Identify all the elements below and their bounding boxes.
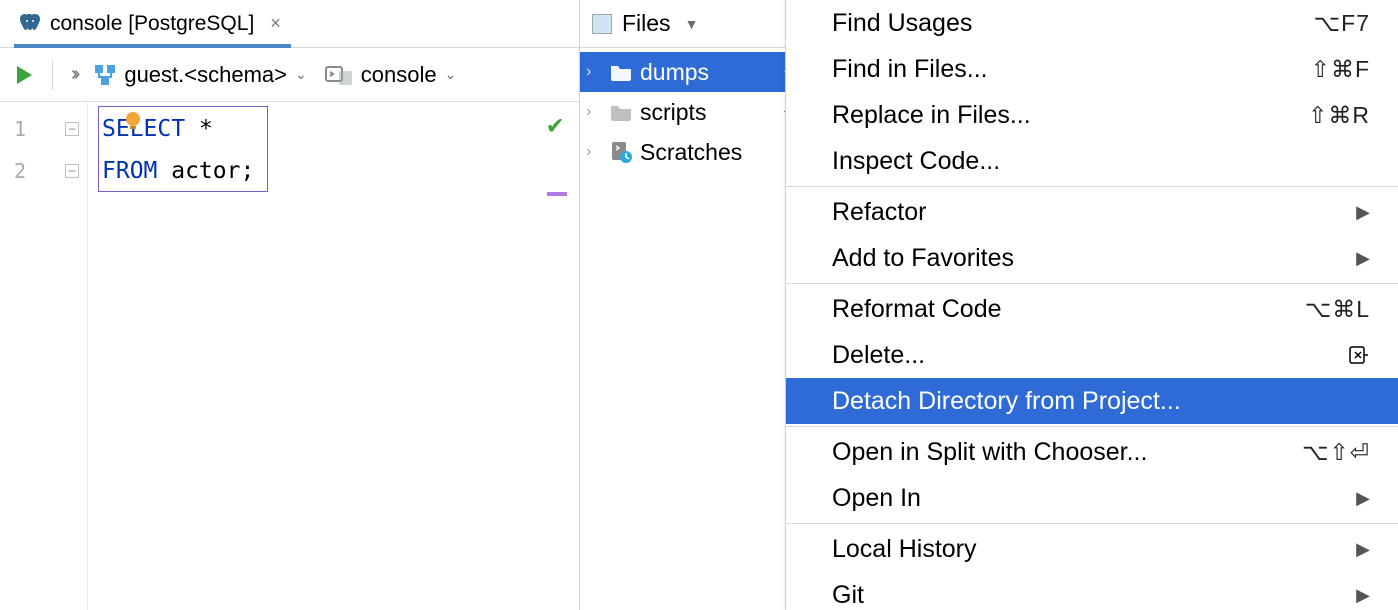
menu-shortcut: ⌥⇧⏎ — [1302, 439, 1370, 466]
menu-local-history[interactable]: Local History ▶ — [786, 526, 1398, 572]
menu-item-label: Open In — [832, 484, 921, 513]
files-header-label: Files — [622, 10, 671, 37]
menu-shortcut: ⇧⌘F — [1311, 56, 1370, 83]
intention-bulb-icon[interactable] — [122, 110, 144, 132]
code-line: FROM actor; — [102, 150, 579, 192]
fold-icon[interactable]: ─ — [65, 122, 79, 136]
menu-find-usages[interactable]: Find Usages ⌥F7 — [786, 0, 1398, 46]
submenu-arrow-icon: ▶ — [1356, 202, 1370, 223]
submenu-arrow-icon: ▶ — [1356, 539, 1370, 560]
submenu-arrow-icon: ▶ — [1356, 488, 1370, 509]
menu-shortcut: ⇧⌘R — [1308, 102, 1370, 129]
menu-item-label: Delete... — [832, 341, 925, 370]
code-line: SELECT * — [102, 108, 579, 150]
files-pane: Files ▼ › dumps ~ › scripts ~ › — [580, 0, 805, 610]
tab-console[interactable]: console [PostgreSQL] × — [14, 6, 291, 48]
console-icon — [325, 64, 353, 86]
chevron-right-icon: › — [586, 143, 602, 161]
scratches-icon — [610, 141, 632, 163]
menu-shortcut: ⌥F7 — [1314, 10, 1370, 37]
close-tab-icon[interactable]: × — [270, 13, 281, 34]
tree-item-scripts[interactable]: › scripts ~ — [580, 92, 804, 132]
line-number: 2 ─ — [0, 150, 87, 192]
toolbar-divider — [52, 60, 53, 90]
menu-item-label: Git — [832, 581, 864, 610]
code-area[interactable]: ✔ SELECT * FROM actor; — [88, 102, 579, 610]
folder-icon — [610, 63, 632, 81]
menu-item-label: Open in Split with Chooser... — [832, 438, 1147, 467]
code-text: actor; — [157, 158, 254, 184]
caret-indicator — [547, 192, 567, 196]
line-number: 1 ─ — [0, 108, 87, 150]
menu-git[interactable]: Git ▶ — [786, 572, 1398, 610]
menu-separator — [786, 523, 1398, 524]
menu-shortcut — [1348, 345, 1370, 365]
run-button[interactable] — [14, 64, 34, 86]
overflow-icon[interactable]: ›› — [71, 63, 76, 86]
schema-icon — [94, 64, 116, 86]
line-number-text: 1 — [14, 108, 26, 150]
menu-delete[interactable]: Delete... — [786, 332, 1398, 378]
tree-item-label: dumps — [640, 59, 709, 86]
console-crumb[interactable]: console ⌄ — [325, 62, 457, 88]
menu-reformat-code[interactable]: Reformat Code ⌥⌘L — [786, 286, 1398, 332]
menu-separator — [786, 186, 1398, 187]
menu-item-label: Add to Favorites — [832, 244, 1014, 273]
schema-crumb-label: guest.<schema> — [124, 62, 287, 88]
chevron-right-icon: › — [586, 63, 602, 81]
chevron-down-icon: ⌄ — [295, 66, 307, 83]
console-crumb-label: console — [361, 62, 437, 88]
fold-icon[interactable]: ─ — [65, 164, 79, 178]
line-number-text: 2 — [14, 150, 26, 192]
tree-item-dumps[interactable]: › dumps ~ — [580, 52, 804, 92]
tree-item-label: scripts — [640, 99, 706, 126]
submenu-arrow-icon: ▶ — [1356, 248, 1370, 269]
context-menu: Find Usages ⌥F7 Find in Files... ⇧⌘F Rep… — [785, 0, 1398, 610]
tree-item-label: Scratches — [640, 139, 742, 166]
menu-find-in-files[interactable]: Find in Files... ⇧⌘F — [786, 46, 1398, 92]
menu-open-split-chooser[interactable]: Open in Split with Chooser... ⌥⇧⏎ — [786, 429, 1398, 475]
tab-title: console [PostgreSQL] — [50, 12, 254, 36]
schema-crumb[interactable]: guest.<schema> ⌄ — [94, 62, 306, 88]
menu-item-label: Find in Files... — [832, 55, 988, 84]
menu-item-label: Detach Directory from Project... — [832, 387, 1181, 416]
gutter: 1 ─ 2 ─ — [0, 102, 88, 610]
menu-add-to-favorites[interactable]: Add to Favorites ▶ — [786, 235, 1398, 281]
editor-body[interactable]: 1 ─ 2 ─ ✔ SELECT * — [0, 102, 579, 610]
tab-bar: console [PostgreSQL] × — [0, 0, 579, 48]
files-tree: › dumps ~ › scripts ~ › — [580, 48, 804, 172]
chevron-down-icon: ▼ — [685, 16, 699, 32]
menu-item-label: Replace in Files... — [832, 101, 1031, 130]
menu-replace-in-files[interactable]: Replace in Files... ⇧⌘R — [786, 92, 1398, 138]
menu-item-label: Find Usages — [832, 9, 972, 38]
menu-open-in[interactable]: Open In ▶ — [786, 475, 1398, 521]
menu-item-label: Inspect Code... — [832, 147, 1000, 176]
menu-separator — [786, 283, 1398, 284]
menu-item-label: Refactor — [832, 198, 926, 227]
tree-item-scratches[interactable]: › Scratches — [580, 132, 804, 172]
postgres-icon — [18, 12, 42, 36]
menu-item-label: Local History — [832, 535, 977, 564]
folder-icon — [610, 103, 632, 121]
keyword: FROM — [102, 158, 157, 184]
menu-detach-directory[interactable]: Detach Directory from Project... — [786, 378, 1398, 424]
editor-toolbar: ›› guest.<schema> ⌄ — [0, 48, 579, 102]
chevron-right-icon: › — [586, 103, 602, 121]
editor-pane: console [PostgreSQL] × ›› guest — [0, 0, 580, 610]
status-ok-icon: ✔ — [547, 110, 563, 140]
files-panel-icon — [592, 14, 612, 34]
menu-inspect-code[interactable]: Inspect Code... — [786, 138, 1398, 184]
menu-separator — [786, 426, 1398, 427]
menu-shortcut: ⌥⌘L — [1305, 296, 1370, 323]
submenu-arrow-icon: ▶ — [1356, 585, 1370, 606]
menu-item-label: Reformat Code — [832, 295, 1002, 324]
menu-refactor[interactable]: Refactor ▶ — [786, 189, 1398, 235]
chevron-down-icon: ⌄ — [445, 66, 457, 83]
code-text: * — [185, 116, 213, 142]
files-header[interactable]: Files ▼ — [580, 0, 804, 48]
